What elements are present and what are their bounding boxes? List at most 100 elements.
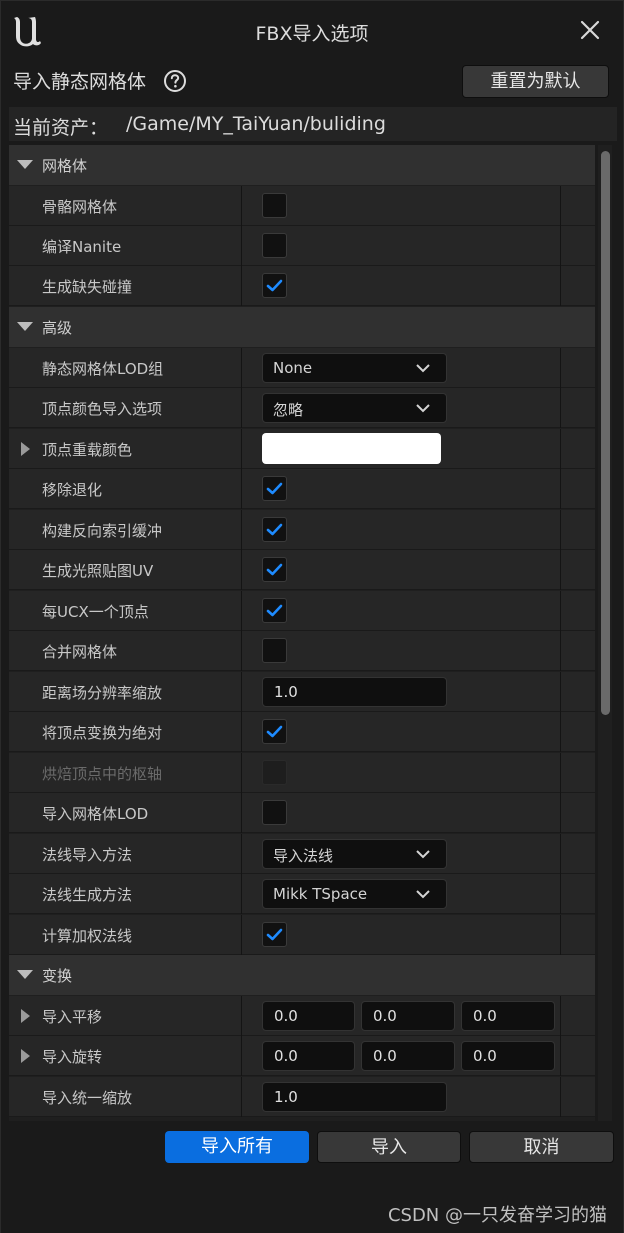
import-mesh-lods-checkbox[interactable] bbox=[262, 800, 287, 825]
expand-arrow-icon[interactable] bbox=[21, 442, 30, 456]
combine-meshes-checkbox[interactable] bbox=[262, 638, 287, 663]
property-label: 移除退化 bbox=[42, 481, 103, 499]
property-row-import-rotation: 导入旋转 0.0 0.0 0.0 bbox=[9, 1036, 595, 1076]
rotation-y-input[interactable]: 0.0 bbox=[361, 1041, 455, 1071]
property-row-skeletal-mesh: 骨骼网格体 bbox=[9, 186, 595, 226]
property-row-build-reversed-index: 构建反向索引缓冲 bbox=[9, 510, 595, 550]
checkmark-icon bbox=[266, 523, 283, 536]
import-all-button[interactable]: 导入所有 bbox=[165, 1131, 309, 1163]
property-label: 烘焙顶点中的枢轴 bbox=[42, 765, 163, 783]
translation-x-input[interactable]: 0.0 bbox=[262, 1001, 355, 1031]
property-label: 顶点重载颜色 bbox=[42, 441, 133, 459]
property-row-distance-field-scale: 距离场分辨率缩放 1.0 bbox=[9, 672, 595, 712]
properties-panel: 网格体 骨骼网格体 编译Nanite 生成缺失碰撞 高级 静态网格体LOD组 N… bbox=[9, 145, 595, 1121]
property-row-generate-collision: 生成缺失碰撞 bbox=[9, 266, 595, 306]
close-icon[interactable] bbox=[579, 19, 601, 41]
skeletal-mesh-checkbox[interactable] bbox=[262, 193, 287, 218]
chevron-down-icon bbox=[416, 364, 430, 373]
checkmark-icon bbox=[266, 563, 283, 576]
translation-y-input[interactable]: 0.0 bbox=[361, 1001, 455, 1031]
property-label: 导入平移 bbox=[42, 1008, 103, 1026]
header-title: 导入静态网格体 bbox=[13, 71, 147, 93]
property-label: 将顶点变换为绝对 bbox=[42, 724, 163, 742]
vertex-override-color-swatch[interactable] bbox=[262, 433, 441, 464]
generate-lightmap-uv-checkbox[interactable] bbox=[262, 557, 287, 582]
window-title: FBX导入选项 bbox=[255, 23, 369, 45]
category-advanced[interactable]: 高级 bbox=[9, 307, 595, 347]
checkmark-icon bbox=[266, 725, 283, 738]
cancel-button[interactable]: 取消 bbox=[469, 1131, 614, 1163]
checkmark-icon bbox=[266, 928, 283, 941]
one-convex-per-ucx-checkbox[interactable] bbox=[262, 598, 287, 623]
checkmark-icon bbox=[266, 482, 283, 495]
property-label: 距离场分辨率缩放 bbox=[42, 684, 163, 702]
category-label: 变换 bbox=[42, 967, 73, 985]
fbx-import-dialog: FBX导入选项 导入静态网格体 重置为默认 当前资产： /Game/MY_Tai… bbox=[0, 0, 624, 1233]
property-row-vertex-color-import: 顶点颜色导入选项 忽略 bbox=[9, 388, 595, 428]
property-row-import-uniform-scale: 导入统一缩放 1.0 bbox=[9, 1077, 595, 1117]
build-reversed-index-checkbox[interactable] bbox=[262, 517, 287, 542]
category-label: 网格体 bbox=[42, 157, 88, 175]
property-row-normal-generation-method: 法线生成方法 Mikk TSpace bbox=[9, 874, 595, 914]
checkmark-icon bbox=[266, 279, 283, 292]
distance-field-scale-input[interactable]: 1.0 bbox=[262, 677, 447, 707]
property-row-import-mesh-lods: 导入网格体LOD bbox=[9, 793, 595, 833]
input-value: 1.0 bbox=[274, 683, 298, 701]
current-asset-row: 当前资产： /Game/MY_TaiYuan/buliding bbox=[9, 107, 617, 141]
build-nanite-checkbox[interactable] bbox=[262, 233, 287, 258]
chevron-down-icon bbox=[416, 404, 430, 413]
current-asset-path: /Game/MY_TaiYuan/buliding bbox=[126, 113, 386, 135]
property-label: 顶点颜色导入选项 bbox=[42, 400, 163, 418]
property-row-transform-vertex-absolute: 将顶点变换为绝对 bbox=[9, 712, 595, 752]
property-row-build-nanite: 编译Nanite bbox=[9, 226, 595, 266]
normal-generation-method-dropdown[interactable]: Mikk TSpace bbox=[262, 879, 447, 909]
property-label: 静态网格体LOD组 bbox=[42, 360, 164, 378]
input-value: 0.0 bbox=[274, 1047, 298, 1065]
category-mesh[interactable]: 网格体 bbox=[9, 145, 595, 185]
property-label: 构建反向索引缓冲 bbox=[42, 522, 163, 540]
property-label: 计算加权法线 bbox=[42, 927, 133, 945]
compute-weighted-normals-checkbox[interactable] bbox=[262, 922, 287, 947]
collapse-arrow-icon bbox=[17, 160, 33, 169]
transform-vertex-absolute-checkbox[interactable] bbox=[262, 719, 287, 744]
rotation-z-input[interactable]: 0.0 bbox=[461, 1041, 555, 1071]
input-value: 1.0 bbox=[274, 1088, 298, 1106]
category-transform[interactable]: 变换 bbox=[9, 955, 595, 995]
uniform-scale-input[interactable]: 1.0 bbox=[262, 1082, 447, 1112]
vertex-color-import-dropdown[interactable]: 忽略 bbox=[262, 393, 447, 423]
rotation-x-input[interactable]: 0.0 bbox=[262, 1041, 355, 1071]
property-row-generate-lightmap-uv: 生成光照贴图UV bbox=[9, 550, 595, 590]
generate-collision-checkbox[interactable] bbox=[262, 273, 287, 298]
input-value: 0.0 bbox=[473, 1047, 497, 1065]
dropdown-value: Mikk TSpace bbox=[273, 885, 368, 903]
property-row-import-translation: 导入平移 0.0 0.0 0.0 bbox=[9, 996, 595, 1036]
property-label: 法线导入方法 bbox=[42, 846, 133, 864]
property-label: 导入统一缩放 bbox=[42, 1089, 133, 1107]
collapse-arrow-icon bbox=[17, 322, 33, 331]
watermark-text: CSDN @一只发奋学习的猫 bbox=[387, 1205, 607, 1226]
property-row-compute-weighted-normals: 计算加权法线 bbox=[9, 915, 595, 955]
expand-arrow-icon[interactable] bbox=[21, 1009, 30, 1023]
scrollbar-thumb[interactable] bbox=[601, 151, 610, 715]
property-label: 法线生成方法 bbox=[42, 886, 133, 904]
property-label: 生成光照贴图UV bbox=[42, 562, 154, 580]
property-row-one-convex-per-ucx: 每UCX一个顶点 bbox=[9, 591, 595, 631]
input-value: 0.0 bbox=[473, 1007, 497, 1025]
property-label: 编译Nanite bbox=[42, 238, 122, 256]
help-icon[interactable] bbox=[163, 69, 187, 93]
property-label: 生成缺失碰撞 bbox=[42, 278, 133, 296]
normal-import-method-dropdown[interactable]: 导入法线 bbox=[262, 839, 447, 869]
property-row-normal-import-method: 法线导入方法 导入法线 bbox=[9, 834, 595, 874]
remove-degenerates-checkbox[interactable] bbox=[262, 476, 287, 501]
lod-group-dropdown[interactable]: None bbox=[262, 353, 447, 383]
expand-arrow-icon[interactable] bbox=[21, 1049, 30, 1063]
translation-z-input[interactable]: 0.0 bbox=[461, 1001, 555, 1031]
import-button[interactable]: 导入 bbox=[317, 1131, 461, 1163]
category-label: 高级 bbox=[42, 319, 73, 337]
property-row-lod-group: 静态网格体LOD组 None bbox=[9, 348, 595, 388]
chevron-down-icon bbox=[416, 850, 430, 859]
property-label: 合并网格体 bbox=[42, 643, 118, 661]
reset-to-default-button[interactable]: 重置为默认 bbox=[462, 65, 609, 98]
property-label: 导入旋转 bbox=[42, 1048, 103, 1066]
checkmark-icon bbox=[266, 604, 283, 617]
